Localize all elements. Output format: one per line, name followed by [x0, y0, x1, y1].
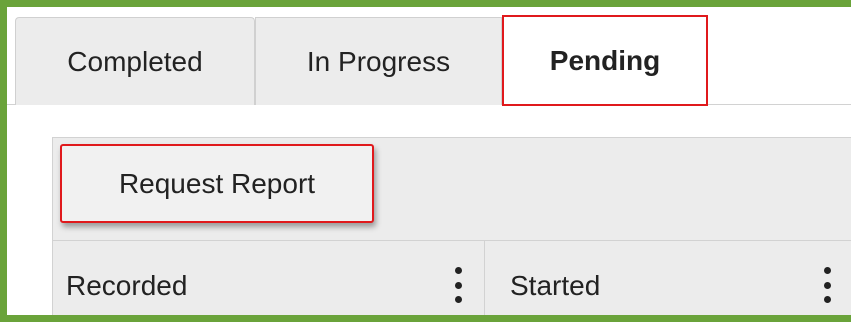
tab-completed[interactable]: Completed [15, 17, 255, 105]
request-report-button[interactable]: Request Report [60, 144, 374, 223]
column-header-started[interactable]: Started [485, 241, 851, 315]
column-menu-icon[interactable] [820, 267, 834, 303]
column-header-recorded-label: Recorded [66, 269, 188, 301]
tab-completed-label: Completed [67, 45, 203, 77]
screenshot-frame: Completed In Progress Pending Request Re… [0, 0, 851, 322]
tab-bar: Completed In Progress Pending [7, 7, 851, 106]
tab-in-progress[interactable]: In Progress [255, 17, 502, 105]
tab-pending[interactable]: Pending [502, 15, 708, 106]
pending-panel: Request Report Recorded Started [52, 137, 851, 315]
table-header-row: Recorded Started [53, 240, 851, 315]
column-menu-icon[interactable] [451, 267, 465, 303]
column-header-recorded[interactable]: Recorded [53, 241, 485, 315]
column-header-started-label: Started [510, 269, 601, 301]
tab-in-progress-label: In Progress [306, 45, 451, 77]
tab-pending-label: Pending [549, 44, 661, 76]
request-report-label: Request Report [118, 167, 316, 199]
